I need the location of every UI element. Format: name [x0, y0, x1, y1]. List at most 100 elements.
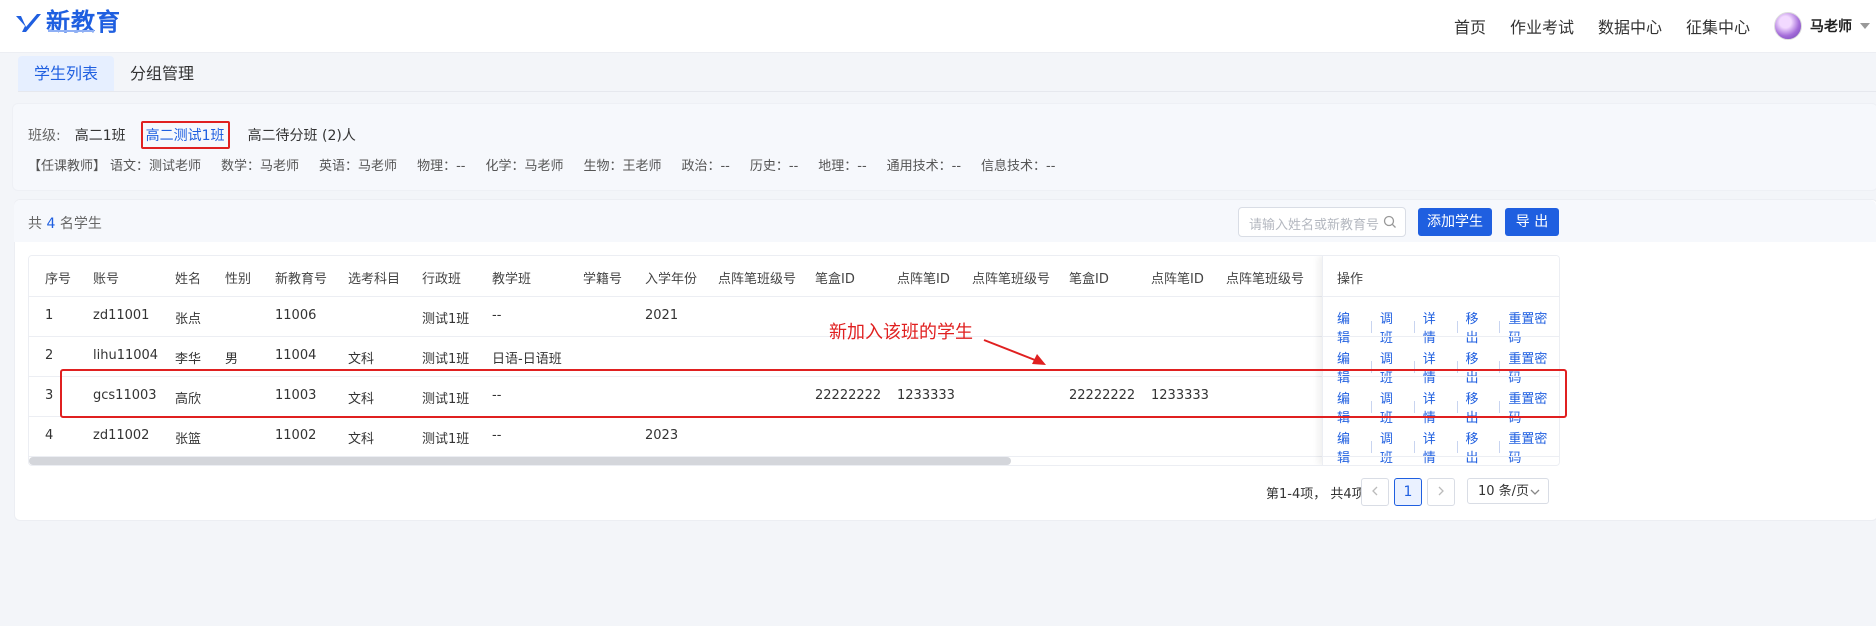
page-size-select[interactable]: 10 条/页 — [1467, 478, 1549, 504]
table-cell: 4 — [45, 428, 54, 443]
table-cell: lihu11004 — [93, 348, 159, 363]
action-separator — [1456, 321, 1458, 333]
row-actions: 编辑 调班 详情 移出 重置密码 — [1337, 428, 1559, 465]
table-cell: -- — [492, 308, 502, 323]
tab-group-management[interactable]: 分组管理 — [114, 56, 210, 92]
row-divider — [1323, 336, 1559, 337]
logo-underline — [48, 30, 94, 32]
column-header: 账号 — [93, 272, 120, 287]
page-number[interactable]: 1 — [1394, 478, 1422, 506]
action-separator — [1413, 321, 1415, 333]
teacher-list: 【任课教师】 语文：测试老师 数学：马老师 英语：马老师 物理：-- 化学：马老… — [28, 155, 1075, 174]
action-separator — [1499, 441, 1501, 453]
nav-collection-center[interactable]: 征集中心 — [1686, 14, 1750, 38]
prev-page-button[interactable] — [1361, 478, 1389, 506]
remove-button[interactable]: 移出 — [1466, 428, 1492, 465]
action-separator — [1370, 441, 1372, 453]
tab-divider — [18, 91, 1876, 92]
teacher-item: 历史：-- — [749, 159, 799, 174]
nav-data-center[interactable]: 数据中心 — [1598, 14, 1662, 38]
column-header: 笔盒ID — [1069, 272, 1109, 287]
table-cell: 测试1班 — [422, 352, 470, 367]
table-cell: 张点 — [175, 312, 202, 327]
nav-home[interactable]: 首页 — [1454, 14, 1486, 38]
user-name: 马老师 — [1810, 19, 1852, 35]
table-cell: 11004 — [275, 348, 317, 363]
action-separator — [1370, 321, 1372, 333]
add-student-button[interactable]: 添加学生 — [1418, 208, 1492, 236]
column-header: 笔盒ID — [815, 272, 855, 287]
search-icon[interactable] — [1383, 215, 1397, 229]
column-header: 点阵笔班级号 — [718, 272, 797, 287]
teacher-item: 化学：马老师 — [485, 159, 564, 174]
horizontal-scrollbar[interactable] — [29, 457, 1011, 465]
logo-icon — [16, 14, 41, 32]
column-header: 性别 — [225, 272, 252, 287]
next-page-button[interactable] — [1427, 478, 1455, 506]
column-header: 序号 — [45, 272, 72, 287]
table-cell: 2021 — [645, 308, 679, 323]
teacher-item: 地理：-- — [818, 159, 867, 174]
table-cell: 测试1班 — [422, 432, 470, 447]
class-option-selected[interactable]: 高二测试1班 — [140, 121, 230, 149]
table-cell: 1 — [45, 308, 54, 323]
column-header: 点阵笔ID — [1151, 272, 1204, 287]
table-cell: 文科 — [348, 352, 375, 367]
student-total: 共 4 名学生 — [28, 213, 102, 233]
highlight-box — [60, 369, 1567, 418]
pagination-info: 第1-4项， 共4项 — [1266, 487, 1365, 502]
ops-header-divider — [1323, 296, 1559, 297]
student-table: 序号 账号 姓名 性别 新教育号 选考科目 行政班 教学班 学籍号 入学年份 点阵笔班级号 笔盒ID 点… — [28, 255, 1560, 466]
nav-homework-exam[interactable]: 作业考试 — [1510, 14, 1574, 38]
annotation-arrow-icon — [983, 339, 1046, 365]
top-nav: 首页 作业考试 数据中心 征集中心 马老师 — [1454, 0, 1876, 52]
change-class-button[interactable]: 调班 — [1380, 428, 1406, 465]
teacher-item: 语文：测试老师 — [110, 159, 202, 174]
column-header: 新教育号 — [275, 272, 328, 287]
action-separator — [1413, 441, 1415, 453]
operations-column: 操作 编辑 调班 详情 移出 重置密码 编辑 调班 详情 移出 重置密码 编辑 调班 详情 移出 重置密码 编辑… — [1322, 256, 1559, 465]
table-cell: 3 — [45, 388, 54, 403]
export-button[interactable]: 导 出 — [1505, 208, 1559, 236]
total-suffix: 名学生 — [59, 216, 102, 232]
total-count: 4 — [46, 216, 56, 232]
table-cell: 2 — [45, 348, 54, 363]
table-cell: zd11002 — [93, 428, 150, 443]
user-menu[interactable]: 马老师 — [1774, 12, 1870, 40]
column-header: 选考科目 — [348, 272, 401, 287]
class-option[interactable]: 高二待分班 (2)人 — [248, 125, 356, 145]
teacher-item: 政治：-- — [681, 159, 730, 174]
class-option[interactable]: 高二1班 — [75, 125, 126, 145]
table-cell: 男 — [225, 352, 239, 367]
table-cell: 李华 — [175, 352, 202, 367]
column-header: 学籍号 — [583, 272, 623, 287]
search-input[interactable]: 请输入姓名或新教育号 — [1238, 207, 1406, 237]
table-cell: 日语-日语班 — [492, 352, 562, 367]
table-cell: 11006 — [275, 308, 317, 323]
change-class-button[interactable]: 调班 — [1380, 308, 1406, 346]
chevron-left-icon — [1372, 486, 1378, 496]
chevron-down-icon — [1860, 23, 1870, 29]
tab-student-list[interactable]: 学生列表 — [18, 56, 115, 92]
details-button[interactable]: 详情 — [1423, 308, 1449, 346]
details-button[interactable]: 详情 — [1423, 428, 1449, 465]
reset-password-button[interactable]: 重置密码 — [1508, 308, 1559, 346]
chevron-down-icon — [1530, 489, 1540, 495]
table-cell: zd11001 — [93, 308, 150, 323]
student-list-toolbar — [14, 200, 1876, 242]
column-header: 教学班 — [492, 272, 532, 287]
edit-button[interactable]: 编辑 — [1337, 308, 1363, 346]
table-cell: 测试1班 — [422, 312, 470, 327]
edit-button[interactable]: 编辑 — [1337, 428, 1363, 465]
action-separator — [1456, 441, 1458, 453]
top-bar: 新教育 首页 作业考试 数据中心 征集中心 马老师 — [0, 0, 1876, 53]
class-filter: 班级: 高二1班 高二测试1班 高二待分班 (2)人 — [28, 121, 374, 149]
reset-password-button[interactable]: 重置密码 — [1508, 428, 1559, 465]
table-cell: 文科 — [348, 432, 375, 447]
teacher-label: 【任课教师】 — [28, 159, 107, 174]
avatar — [1774, 12, 1802, 40]
page-size-value: 10 条/页 — [1478, 484, 1530, 499]
column-header: 点阵笔班级号 — [972, 272, 1051, 287]
column-header: 点阵笔ID — [897, 272, 950, 287]
remove-button[interactable]: 移出 — [1466, 308, 1492, 346]
